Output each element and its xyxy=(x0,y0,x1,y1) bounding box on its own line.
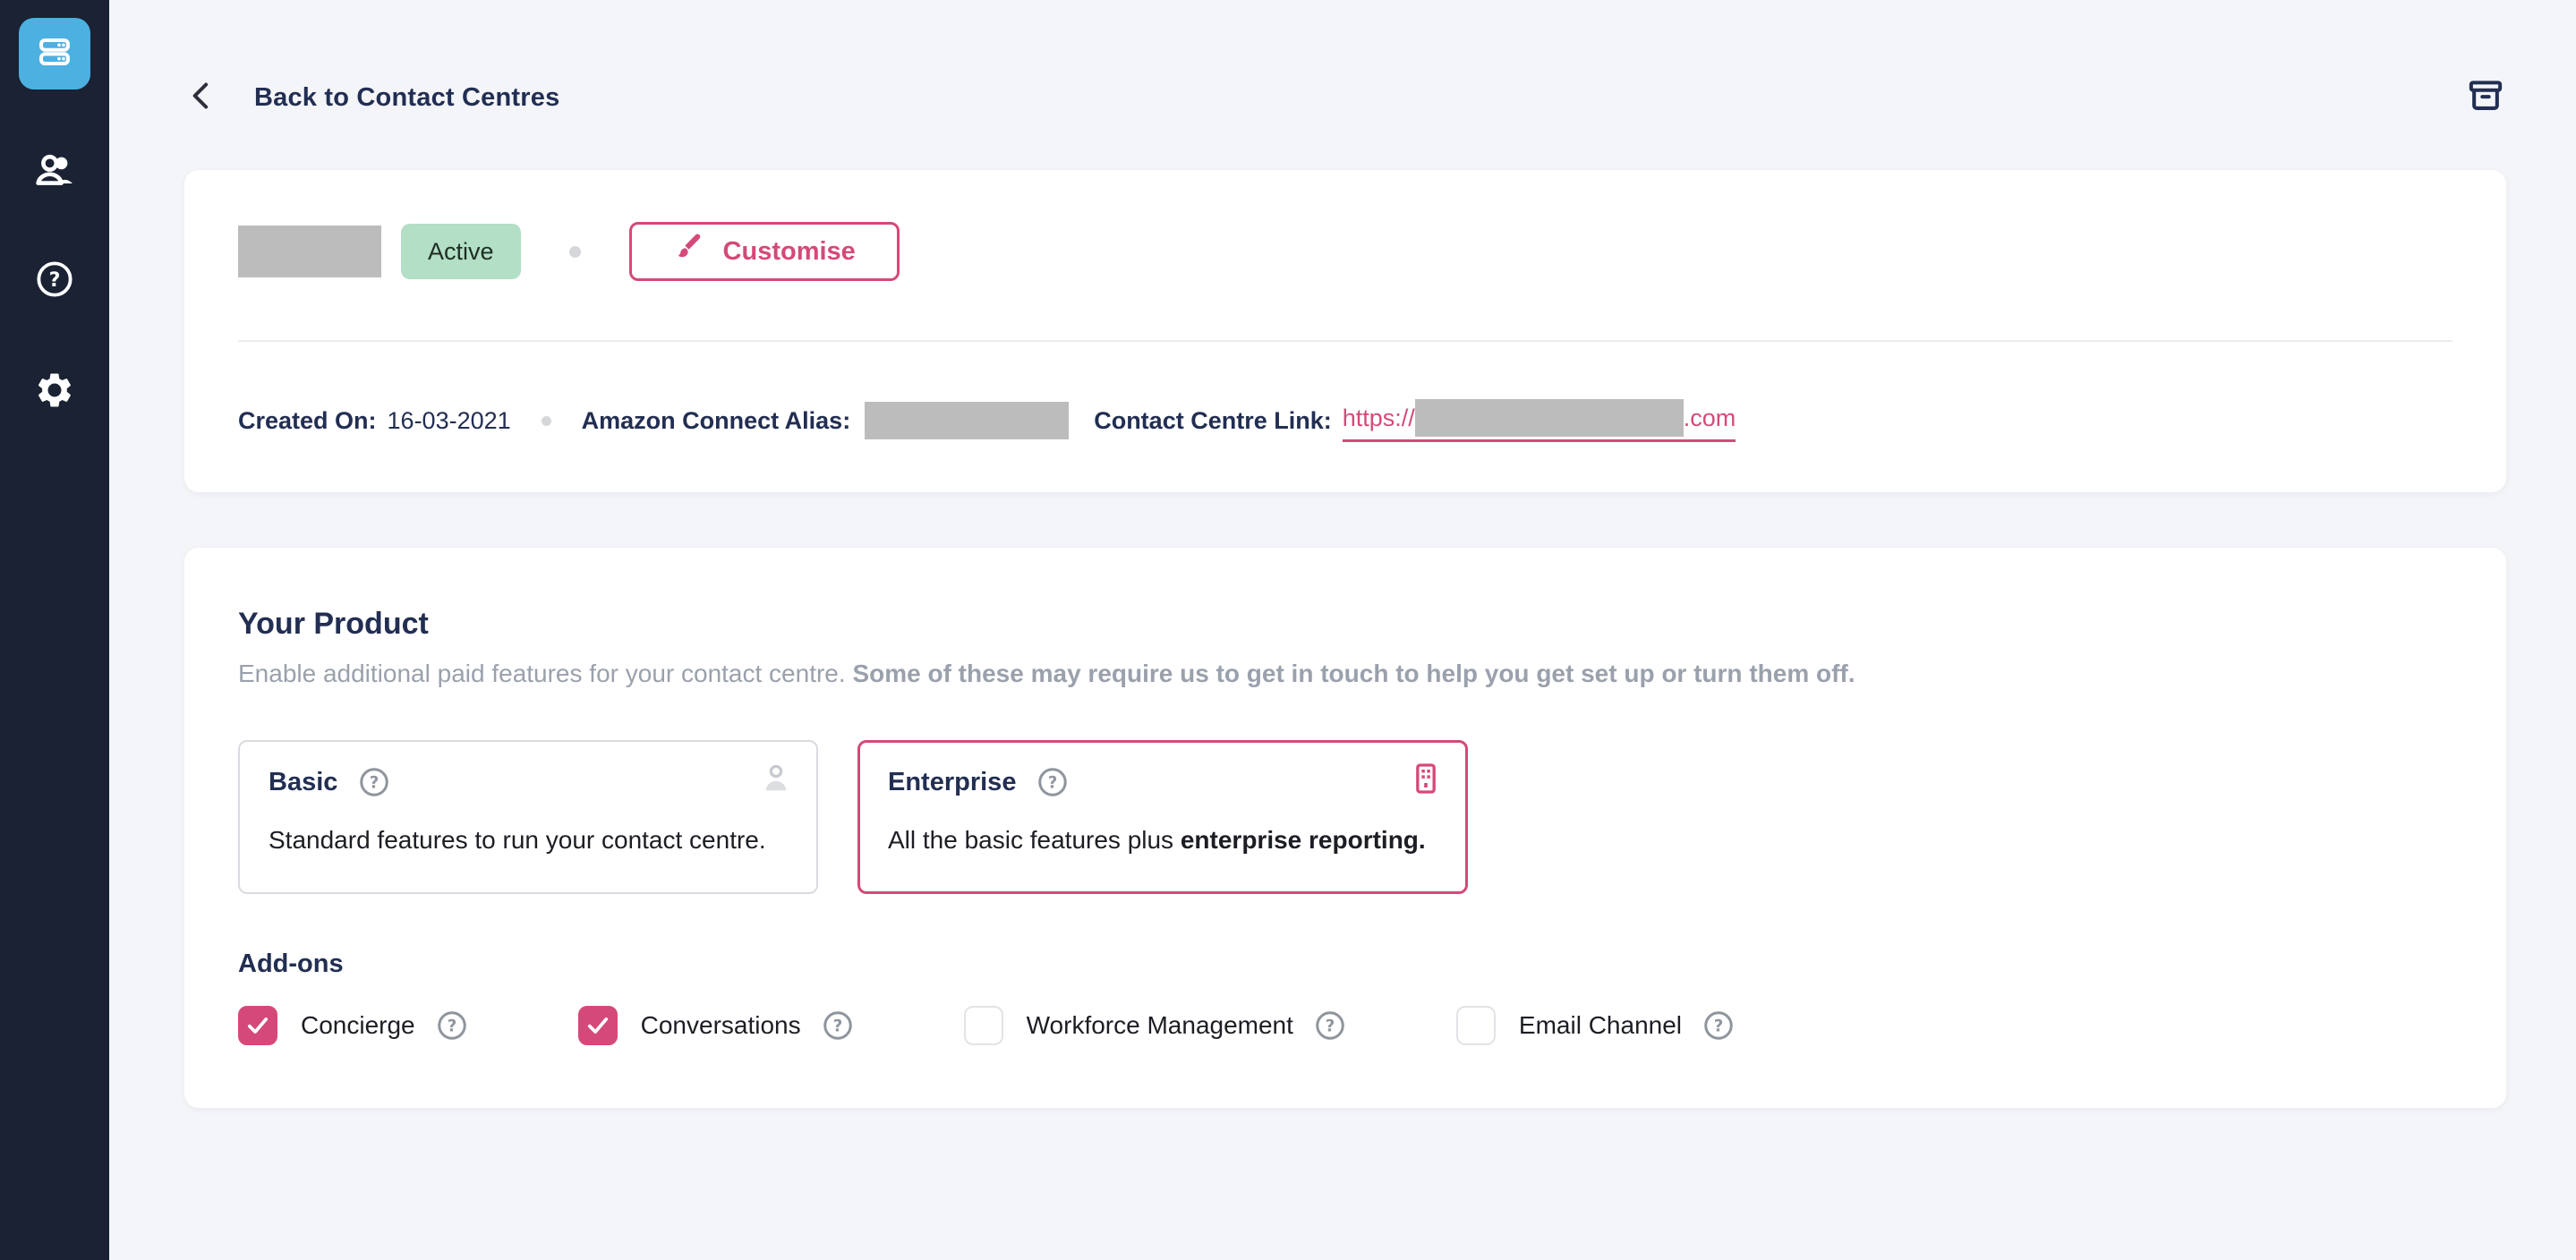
plan-enterprise-description: All the basic features plus enterprise r… xyxy=(888,826,1437,855)
plan-enterprise-title: Enterprise xyxy=(888,768,1016,797)
addons-title: Add-ons xyxy=(238,949,2452,979)
your-product-title: Your Product xyxy=(238,607,2452,642)
subtitle-normal: Enable additional paid features for your… xyxy=(238,660,852,687)
chevron-left-icon xyxy=(184,78,220,118)
plan-basic-description: Standard features to run your contact ce… xyxy=(269,826,788,855)
addon-conversations: Conversations ? xyxy=(578,1006,855,1045)
enterprise-desc-prefix: All the basic features plus xyxy=(888,826,1181,854)
sidebar: ? xyxy=(0,0,109,1260)
addon-workforce-management-label: Workforce Management xyxy=(1027,1011,1293,1040)
conversations-checkbox[interactable] xyxy=(578,1006,618,1045)
contact-centre-card: Active Customise Created On: 16-03-2021 xyxy=(184,170,2506,492)
created-on-label: Created On: xyxy=(238,407,377,435)
svg-text:?: ? xyxy=(832,1017,842,1036)
sidebar-item-users[interactable] xyxy=(31,149,78,195)
checkmark-icon xyxy=(583,1010,613,1041)
addon-conversations-label: Conversations xyxy=(641,1011,801,1040)
svg-text:?: ? xyxy=(1326,1017,1335,1036)
your-product-subtitle: Enable additional paid features for your… xyxy=(238,660,2452,688)
svg-text:?: ? xyxy=(1048,774,1058,793)
customise-button-label: Customise xyxy=(723,237,856,267)
back-link-label: Back to Contact Centres xyxy=(254,83,559,113)
help-circle-icon[interactable]: ? xyxy=(435,1009,469,1043)
help-circle-icon: ? xyxy=(34,259,75,304)
plan-basic-title: Basic xyxy=(269,768,337,797)
contact-centre-name-redacted xyxy=(238,226,381,277)
sidebar-item-settings[interactable] xyxy=(31,369,78,415)
contact-centre-link-label: Contact Centre Link: xyxy=(1094,407,1332,435)
contact-centre-name-row: Active Customise xyxy=(238,222,2452,281)
checkmark-icon xyxy=(243,1010,273,1041)
addons-row: Concierge ? Conversations xyxy=(238,1006,2452,1045)
addon-email-channel: Email Channel ? xyxy=(1456,1006,1736,1045)
plan-card-enterprise[interactable]: Enterprise ? xyxy=(857,740,1468,894)
email-channel-checkbox[interactable] xyxy=(1456,1006,1496,1045)
contact-centre-meta-row: Created On: 16-03-2021 Amazon Connect Al… xyxy=(238,399,2452,442)
amazon-connect-alias-redacted xyxy=(865,402,1069,439)
svg-text:?: ? xyxy=(49,269,61,292)
dot-separator xyxy=(569,246,581,258)
status-badge: Active xyxy=(401,224,521,279)
help-circle-icon[interactable]: ? xyxy=(1036,765,1070,799)
help-circle-icon[interactable]: ? xyxy=(357,765,391,799)
svg-text:?: ? xyxy=(1714,1017,1724,1036)
addon-email-channel-label: Email Channel xyxy=(1519,1011,1682,1040)
contact-centre-link-group: Contact Centre Link: https:// .com xyxy=(1094,399,1736,442)
dot-separator xyxy=(542,416,551,426)
back-to-contact-centres-link[interactable]: Back to Contact Centres xyxy=(184,78,559,118)
created-on-value: 16-03-2021 xyxy=(388,407,511,435)
svg-text:?: ? xyxy=(370,774,380,793)
link-suffix: .com xyxy=(1684,404,1736,432)
workforce-management-checkbox[interactable] xyxy=(964,1006,1003,1045)
card-divider xyxy=(238,340,2452,342)
addon-concierge: Concierge ? xyxy=(238,1006,469,1045)
plan-title-row: Enterprise ? xyxy=(888,765,1437,799)
building-icon xyxy=(1408,761,1444,801)
subtitle-bold: Some of these may require us to get in t… xyxy=(852,660,1855,687)
users-icon xyxy=(33,149,76,196)
link-prefix: https:// xyxy=(1343,404,1415,432)
paintbrush-icon xyxy=(673,233,704,270)
enterprise-desc-bold: enterprise reporting xyxy=(1181,826,1419,854)
help-circle-icon[interactable]: ? xyxy=(1313,1009,1347,1043)
contact-centre-link[interactable]: https:// .com xyxy=(1343,399,1736,442)
plan-options: Basic ? Stan xyxy=(238,740,2452,894)
help-circle-icon[interactable]: ? xyxy=(1702,1009,1736,1043)
svg-text:?: ? xyxy=(447,1017,456,1036)
contact-centre-link-redacted xyxy=(1415,399,1684,437)
enterprise-desc-suffix: . xyxy=(1419,826,1426,854)
archive-box-icon xyxy=(2466,76,2505,120)
customise-button[interactable]: Customise xyxy=(629,222,900,281)
addon-concierge-label: Concierge xyxy=(301,1011,415,1040)
app-root: ? Back to Contact Centres xyxy=(0,0,2576,1260)
sidebar-item-help[interactable]: ? xyxy=(31,258,78,304)
plan-title-row: Basic ? xyxy=(269,765,788,799)
person-icon xyxy=(757,760,795,802)
plan-card-basic[interactable]: Basic ? Stan xyxy=(238,740,818,894)
app-logo[interactable] xyxy=(19,18,90,89)
settings-gear-icon xyxy=(34,370,75,415)
amazon-connect-alias-label: Amazon Connect Alias: xyxy=(582,407,851,435)
your-product-card: Your Product Enable additional paid feat… xyxy=(184,548,2506,1108)
concierge-checkbox[interactable] xyxy=(238,1006,277,1045)
help-circle-icon[interactable]: ? xyxy=(821,1009,855,1043)
addon-workforce-management: Workforce Management ? xyxy=(964,1006,1347,1045)
topbar: Back to Contact Centres xyxy=(184,75,2506,120)
main-content: Back to Contact Centres Active xyxy=(109,0,2576,1260)
archive-button[interactable] xyxy=(2465,77,2506,118)
servers-icon xyxy=(34,31,75,77)
